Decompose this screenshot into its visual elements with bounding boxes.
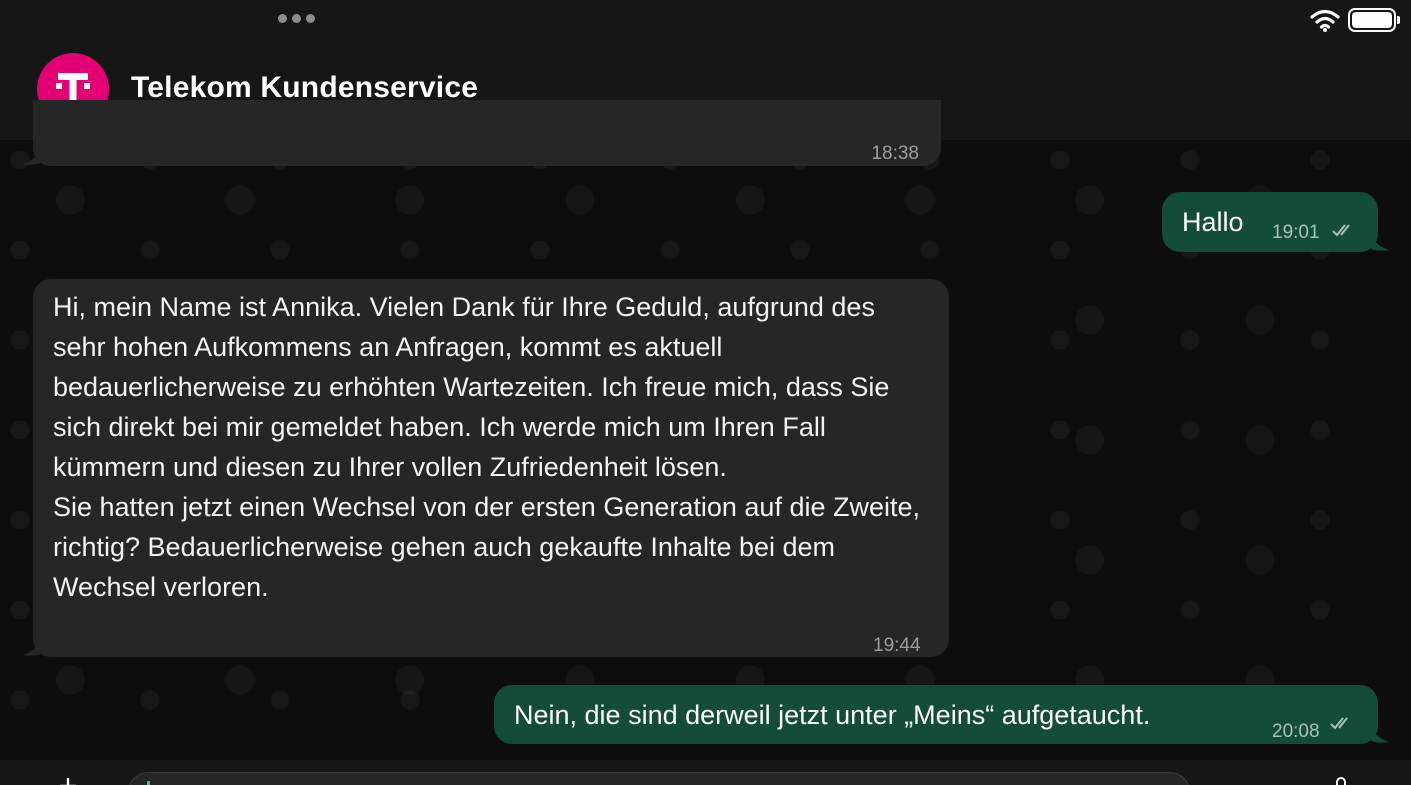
wifi-icon xyxy=(1310,9,1340,32)
message-bubble-incoming[interactable]: 18:38 xyxy=(33,100,941,166)
bubble-tail xyxy=(1370,232,1390,251)
text-caret xyxy=(147,781,150,785)
bubble-tail xyxy=(22,146,42,165)
message-bubble-outgoing[interactable]: Nein, die sind derweil jetzt unter „Mein… xyxy=(494,685,1378,744)
bubble-tail xyxy=(1370,724,1390,743)
message-bubble-outgoing[interactable]: Hallo 19:01 xyxy=(1162,192,1378,252)
battery-icon xyxy=(1348,8,1400,32)
message-time: 19:01 xyxy=(1272,222,1320,243)
bubble-tail xyxy=(22,637,42,656)
message-bubble-incoming[interactable]: Hi, mein Name ist Annika. Vielen Dank fü… xyxy=(33,279,949,657)
message-time: 18:38 xyxy=(871,143,919,164)
microphone-icon[interactable] xyxy=(1330,776,1352,785)
message-text: Hallo xyxy=(1182,207,1244,237)
read-receipt-icon xyxy=(1330,717,1348,730)
message-text: Nein, die sind derweil jetzt unter „Mein… xyxy=(514,700,1151,730)
read-receipt-icon xyxy=(1332,224,1350,237)
multitasking-dots-icon[interactable] xyxy=(278,14,315,23)
message-input[interactable] xyxy=(128,772,1190,785)
plus-icon[interactable] xyxy=(58,776,78,785)
message-text: Hi, mein Name ist Annika. Vielen Dank fü… xyxy=(53,292,921,602)
message-time: 19:44 xyxy=(873,635,921,656)
message-time: 20:08 xyxy=(1272,721,1320,742)
